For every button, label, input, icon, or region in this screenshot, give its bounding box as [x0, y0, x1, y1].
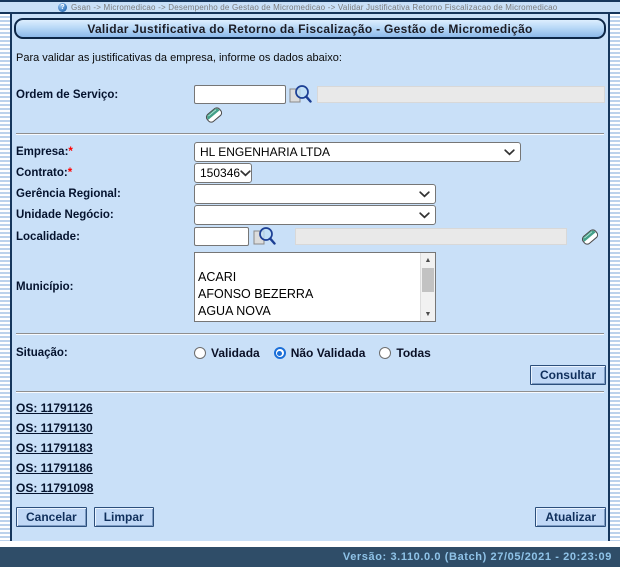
municipio-option[interactable]: AFONSO BEZERRA	[198, 286, 432, 303]
gsan-page: ? Gsan -> Micromedicao -> Desempenho de …	[0, 0, 620, 569]
section-divider-1	[16, 133, 604, 135]
scrollbar-thumb[interactable]	[422, 268, 434, 292]
situacao-radio-group: Validada Não Validada Todas	[194, 346, 431, 360]
municipio-listbox[interactable]: ACARI AFONSO BEZERRA AGUA NOVA ▲ ▼	[194, 252, 436, 322]
localidade-row: Localidade:	[14, 226, 606, 247]
gerencia-regional-label: Gerência Regional:	[14, 188, 194, 200]
contrato-row: Contrato:* 150346	[14, 163, 606, 183]
gerencia-regional-select[interactable]	[194, 184, 436, 204]
instruction-text: Para validar as justificativas da empres…	[16, 52, 606, 64]
contrato-selected-value: 150346	[200, 166, 240, 180]
scroll-down-icon[interactable]: ▼	[421, 307, 435, 321]
search-icon[interactable]	[252, 226, 276, 247]
eraser-icon[interactable]	[580, 227, 600, 247]
gerencia-regional-row: Gerência Regional:	[14, 184, 606, 204]
os-link[interactable]: OS: 11791130	[16, 418, 93, 438]
atualizar-button[interactable]: Atualizar	[535, 507, 606, 527]
empresa-required-mark: *	[68, 146, 72, 158]
scroll-up-icon[interactable]: ▲	[421, 253, 435, 267]
chevron-down-icon	[240, 170, 251, 177]
breadcrumb: Gsan -> Micromedicao -> Desempenho de Ge…	[71, 3, 557, 12]
page-title: Validar Justificativa do Retorno da Fisc…	[14, 18, 606, 39]
empresa-select[interactable]: HL ENGENHARIA LTDA	[194, 142, 521, 162]
ordem-servico-input[interactable]	[194, 85, 286, 104]
chevron-down-icon	[419, 212, 430, 219]
help-icon[interactable]: ?	[58, 3, 67, 12]
empresa-label: Empresa:*	[14, 146, 194, 158]
situacao-label: Situação:	[14, 347, 194, 359]
breadcrumb-bar: ? Gsan -> Micromedicao -> Desempenho de …	[0, 2, 620, 14]
radio-label[interactable]: Todas	[396, 346, 430, 360]
chevron-down-icon	[419, 191, 430, 198]
radio-option-validada[interactable]: Validada	[194, 346, 260, 360]
consultar-button[interactable]: Consultar	[530, 365, 606, 385]
empresa-row: Empresa:* HL ENGENHARIA LTDA	[14, 142, 606, 162]
search-icon[interactable]	[288, 84, 312, 105]
ordem-servico-label: Ordem de Serviço:	[14, 84, 194, 101]
contrato-label: Contrato:*	[14, 167, 194, 179]
cancelar-button[interactable]: Cancelar	[16, 507, 87, 527]
limpar-button[interactable]: Limpar	[94, 507, 154, 527]
ordem-servico-controls	[194, 84, 605, 125]
municipio-option[interactable]	[198, 254, 432, 269]
localidade-input[interactable]	[194, 227, 249, 246]
section-divider-2	[16, 333, 604, 335]
footer-bar: Versão: 3.110.0.0 (Batch) 27/05/2021 - 2…	[0, 547, 620, 567]
listbox-scrollbar[interactable]: ▲ ▼	[420, 253, 435, 321]
eraser-icon[interactable]	[204, 105, 224, 125]
consultar-row: Consultar	[14, 365, 606, 385]
os-link[interactable]: OS: 11791186	[16, 458, 93, 478]
contrato-select[interactable]: 150346	[194, 163, 252, 183]
contrato-required-mark: *	[68, 167, 72, 179]
municipio-row: Município: ACARI AFONSO BEZERRA AGUA NOV…	[14, 252, 606, 322]
radio-unselected-icon[interactable]	[379, 347, 391, 359]
main-frame: Validar Justificativa do Retorno da Fisc…	[0, 14, 620, 541]
municipio-label: Município:	[14, 281, 194, 293]
radio-option-todas[interactable]: Todas	[379, 346, 430, 360]
bottom-buttons-row: Cancelar Limpar Atualizar	[14, 507, 606, 527]
version-text: Versão: 3.110.0.0 (Batch) 27/05/2021 - 2…	[343, 551, 612, 563]
left-decorative-strip	[0, 14, 12, 541]
localidade-label: Localidade:	[14, 231, 194, 243]
situacao-row: Situação: Validada Não Validada Todas	[14, 343, 606, 363]
radio-selected-icon[interactable]	[274, 347, 286, 359]
empresa-label-text: Empresa:	[16, 146, 68, 158]
form-content: Validar Justificativa do Retorno da Fisc…	[12, 14, 608, 541]
municipio-option[interactable]: AGUA NOVA	[198, 303, 432, 320]
right-decorative-strip	[608, 14, 620, 541]
unidade-negocio-label: Unidade Negócio:	[14, 209, 194, 221]
os-link[interactable]: OS: 11791126	[16, 398, 93, 418]
section-divider-3	[16, 391, 604, 393]
os-results-list: OS: 11791126 OS: 11791130 OS: 11791183 O…	[14, 398, 606, 498]
empresa-selected-value: HL ENGENHARIA LTDA	[200, 145, 330, 159]
localidade-description-field	[295, 228, 567, 245]
os-link[interactable]: OS: 11791183	[16, 438, 93, 458]
unidade-negocio-select[interactable]	[194, 205, 436, 225]
chevron-down-icon	[504, 149, 515, 156]
os-link[interactable]: OS: 11791098	[16, 478, 93, 498]
radio-unselected-icon[interactable]	[194, 347, 206, 359]
municipio-option[interactable]: ACARI	[198, 269, 432, 286]
radio-option-nao-validada[interactable]: Não Validada	[274, 346, 366, 360]
ordem-servico-row: Ordem de Serviço:	[14, 84, 606, 125]
ordem-servico-description-field	[317, 86, 605, 103]
unidade-negocio-row: Unidade Negócio:	[14, 205, 606, 225]
radio-label[interactable]: Não Validada	[291, 346, 366, 360]
contrato-label-text: Contrato:	[16, 167, 68, 179]
radio-label[interactable]: Validada	[211, 346, 260, 360]
